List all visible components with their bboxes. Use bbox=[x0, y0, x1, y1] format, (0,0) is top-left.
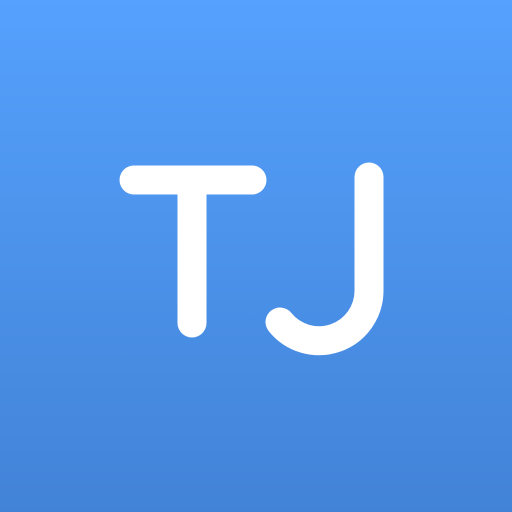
letter-j bbox=[265, 162, 384, 356]
monogram-glyphs bbox=[119, 162, 384, 356]
avatar-tile: TJ bbox=[0, 0, 512, 512]
letter-t bbox=[119, 165, 267, 338]
